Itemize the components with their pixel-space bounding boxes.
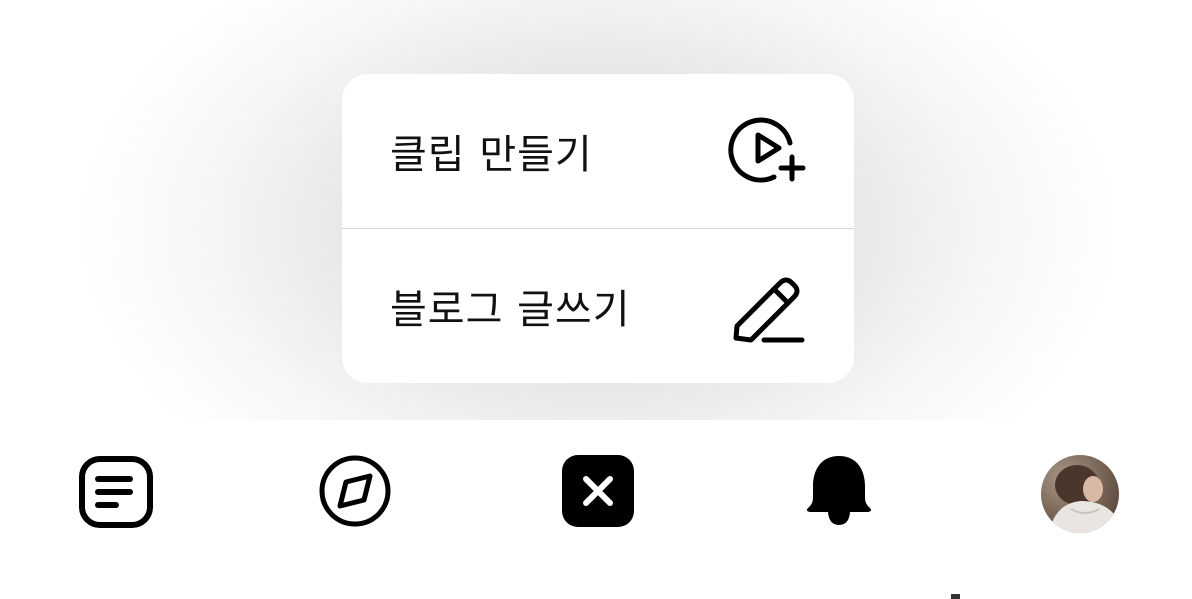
feed-icon — [79, 456, 153, 528]
write-blog-label: 블로그 글쓰기 — [390, 287, 631, 333]
create-clip-menu-item[interactable]: 클립 만들기 — [342, 74, 854, 228]
create-menu-popup: 클립 만들기 블로그 글쓰기 — [342, 74, 854, 383]
close-icon — [562, 455, 634, 527]
profile-avatar — [1041, 455, 1119, 533]
feed-tab[interactable] — [76, 454, 156, 534]
clip-create-icon — [726, 109, 810, 193]
status-indicator — [951, 594, 960, 599]
profile-tab[interactable] — [1040, 454, 1120, 534]
compass-icon — [319, 455, 391, 527]
write-blog-menu-item[interactable]: 블로그 글쓰기 — [342, 229, 854, 383]
close-create-tab[interactable] — [558, 454, 638, 534]
create-clip-label: 클립 만들기 — [390, 132, 593, 178]
notifications-tab[interactable] — [799, 454, 879, 534]
pencil-icon — [726, 264, 810, 348]
bottom-tab-bar — [0, 420, 1192, 599]
explore-tab[interactable] — [315, 454, 395, 534]
bell-icon — [806, 456, 872, 525]
